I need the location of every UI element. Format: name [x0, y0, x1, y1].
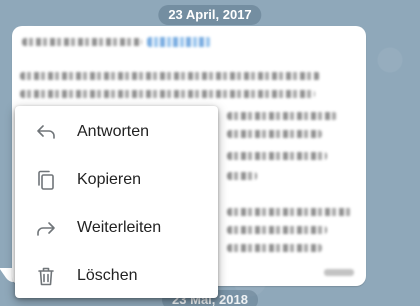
message-text-line [227, 112, 337, 120]
trash-icon [35, 265, 57, 287]
message-text-line [227, 226, 327, 234]
message-timestamp [324, 269, 354, 276]
copy-menu-item[interactable]: Kopieren [15, 156, 218, 204]
menu-item-label: Löschen [77, 267, 138, 284]
menu-item-label: Antworten [77, 123, 150, 140]
message-context-menu: Antworten Kopieren Weiterleiten Löschen [15, 106, 218, 298]
menu-item-label: Weiterleiten [77, 219, 162, 236]
message-text-line [20, 90, 315, 98]
date-separator: 23 April, 2017 [158, 5, 262, 25]
message-text-line [227, 172, 257, 180]
message-text-line [22, 38, 142, 46]
message-link [147, 37, 211, 47]
message-text-line [227, 208, 352, 216]
forward-menu-item[interactable]: Weiterleiten [15, 204, 218, 252]
menu-item-label: Kopieren [77, 171, 142, 188]
message-text-line [20, 72, 320, 80]
message-text-line [227, 244, 322, 252]
forward-icon [35, 217, 57, 239]
copy-icon [35, 169, 57, 191]
reply-icon [35, 121, 57, 143]
delete-menu-item[interactable]: Löschen [15, 252, 218, 300]
reply-menu-item[interactable]: Antworten [15, 108, 218, 156]
message-text-line [227, 130, 322, 138]
message-text-line [227, 152, 327, 160]
